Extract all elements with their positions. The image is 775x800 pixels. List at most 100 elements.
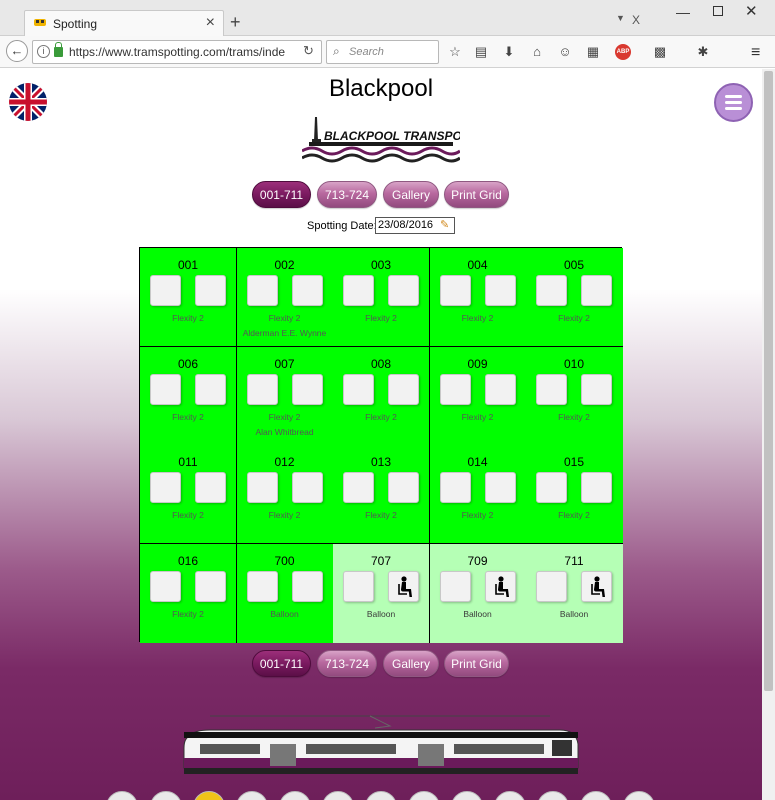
spotted-checkbox[interactable] (246, 275, 278, 306)
spotted-checkbox-2[interactable] (291, 570, 323, 602)
tram-cell-003: 003 Flexity 2 (333, 248, 430, 347)
spotted-checkbox[interactable] (439, 373, 471, 405)
spotted-checkbox-2[interactable] (484, 373, 516, 405)
home-icon[interactable]: ⌂ (529, 44, 545, 60)
spotted-checkbox-2[interactable] (484, 275, 516, 306)
tram-thumbnail[interactable] (322, 791, 354, 800)
scrollbar-thumb[interactable] (764, 71, 773, 691)
spider-icon[interactable]: ✱ (695, 44, 711, 60)
tram-cell-006: 006 Flexity 2 (140, 346, 237, 446)
spotted-checkbox-2[interactable] (195, 373, 226, 405)
spotted-checkbox[interactable] (439, 472, 471, 503)
btn-gallery[interactable]: Gallery (383, 181, 439, 208)
spotted-checkbox[interactable] (246, 373, 278, 405)
spotted-checkbox-2[interactable] (388, 472, 419, 503)
spotted-checkbox-2[interactable] (388, 373, 419, 405)
btn-range-713-724-bottom[interactable]: 713-724 (317, 650, 377, 677)
tram-thumbnail[interactable] (193, 791, 225, 800)
spotted-checkbox[interactable] (343, 275, 374, 306)
close-window-x-icon[interactable]: X (632, 13, 640, 27)
back-button[interactable]: ← (6, 40, 28, 62)
tram-cell-709: 709 Balloon (429, 543, 527, 643)
spotted-checkbox[interactable] (439, 275, 471, 306)
search-placeholder: Search (349, 46, 384, 58)
tram-thumbnail[interactable] (106, 791, 138, 800)
spotted-checkbox[interactable] (343, 570, 374, 602)
spotted-checkbox[interactable] (536, 373, 567, 405)
url-text[interactable]: https://www.tramspotting.com/trams/inde (69, 45, 294, 59)
tram-thumbnail[interactable] (236, 791, 268, 800)
seated-person-icon (591, 575, 605, 597)
tram-number: 707 (370, 553, 392, 568)
tram-thumbnail[interactable] (451, 791, 483, 800)
spotted-checkbox-2[interactable] (291, 275, 323, 306)
maximize-window-button[interactable] (713, 6, 723, 16)
tram-number: 004 (467, 258, 488, 272)
reload-icon[interactable]: ↻ (303, 43, 314, 59)
tram-thumbnail[interactable] (537, 791, 569, 800)
btn-print-grid-bottom[interactable]: Print Grid (444, 650, 509, 677)
tram-type: Flexity 2 (558, 510, 590, 520)
tram-thumbnail[interactable] (580, 791, 612, 800)
color-picker-icon[interactable]: ▩ (652, 44, 668, 60)
spotted-checkbox-2[interactable] (195, 570, 226, 602)
btn-range-713-724[interactable]: 713-724 (317, 181, 377, 208)
btn-range-001-711-bottom[interactable]: 001-711 (252, 650, 311, 677)
adblock-icon[interactable]: ABP (615, 44, 631, 60)
address-bar[interactable]: i https://www.tramspotting.com/trams/ind… (32, 40, 322, 64)
browser-menu-icon[interactable]: ≡ (751, 44, 760, 62)
tram-thumbnail[interactable] (150, 791, 182, 800)
ridden-checkbox[interactable] (581, 570, 612, 602)
spotted-checkbox[interactable] (439, 570, 471, 602)
btn-range-001-711[interactable]: 001-711 (252, 181, 311, 208)
download-icon[interactable]: ⬇ (501, 44, 517, 60)
spotted-checkbox-2[interactable] (581, 472, 612, 503)
tram-thumbnail[interactable] (494, 791, 526, 800)
spotted-checkbox[interactable] (150, 472, 181, 503)
spotted-checkbox[interactable] (150, 373, 181, 405)
page-scrollbar[interactable] (762, 69, 775, 800)
spotted-checkbox-2[interactable] (291, 472, 323, 503)
search-box[interactable]: ⌕ Search (326, 40, 439, 64)
browser-tab[interactable]: Spotting × (24, 10, 224, 36)
spotted-checkbox[interactable] (536, 570, 567, 602)
spotted-checkbox[interactable] (536, 472, 567, 503)
spotted-checkbox-2[interactable] (581, 373, 612, 405)
spotted-checkbox-2[interactable] (484, 472, 516, 503)
tram-cell-009: 009 Flexity 2 (429, 346, 527, 446)
tram-thumbnail[interactable] (365, 791, 397, 800)
spotting-date-input[interactable]: 23/08/2016 ✎ (375, 217, 455, 234)
tram-thumbnail-row (0, 791, 762, 800)
spotted-checkbox-2[interactable] (195, 472, 226, 503)
pencil-icon[interactable]: ✎ (440, 218, 449, 233)
spotted-checkbox[interactable] (246, 472, 278, 503)
close-window-button[interactable]: ✕ (745, 2, 758, 20)
reading-list-icon[interactable]: ▤ (473, 44, 489, 60)
btn-gallery-bottom[interactable]: Gallery (383, 650, 439, 677)
tram-thumbnail[interactable] (623, 791, 655, 800)
spotted-checkbox-2[interactable] (581, 275, 612, 306)
spotted-checkbox[interactable] (246, 570, 278, 602)
close-tab-icon[interactable]: × (206, 14, 215, 32)
spotted-checkbox[interactable] (536, 275, 567, 306)
spotted-checkbox[interactable] (150, 570, 181, 602)
bookmark-star-icon[interactable]: ☆ (447, 44, 463, 60)
spotted-checkbox-2[interactable] (388, 275, 419, 306)
tram-thumbnail[interactable] (279, 791, 311, 800)
ridden-checkbox[interactable] (484, 570, 516, 602)
ridden-checkbox[interactable] (388, 570, 419, 602)
tram-thumbnail[interactable] (408, 791, 440, 800)
info-icon[interactable]: i (37, 45, 50, 58)
tram-cell-015: 015 Flexity 2 (526, 445, 623, 544)
list-tabs-icon[interactable]: ▼ (616, 13, 625, 23)
new-tab-button[interactable]: + (230, 12, 241, 33)
spotted-checkbox-2[interactable] (291, 373, 323, 405)
minimize-window-button[interactable]: — (676, 4, 690, 20)
extension-icon[interactable]: ▦ (585, 44, 601, 60)
spotted-checkbox[interactable] (150, 275, 181, 306)
spotted-checkbox[interactable] (343, 472, 374, 503)
spotted-checkbox[interactable] (343, 373, 374, 405)
btn-print-grid[interactable]: Print Grid (444, 181, 509, 208)
smiley-icon[interactable]: ☺ (557, 44, 573, 60)
spotted-checkbox-2[interactable] (195, 275, 226, 306)
